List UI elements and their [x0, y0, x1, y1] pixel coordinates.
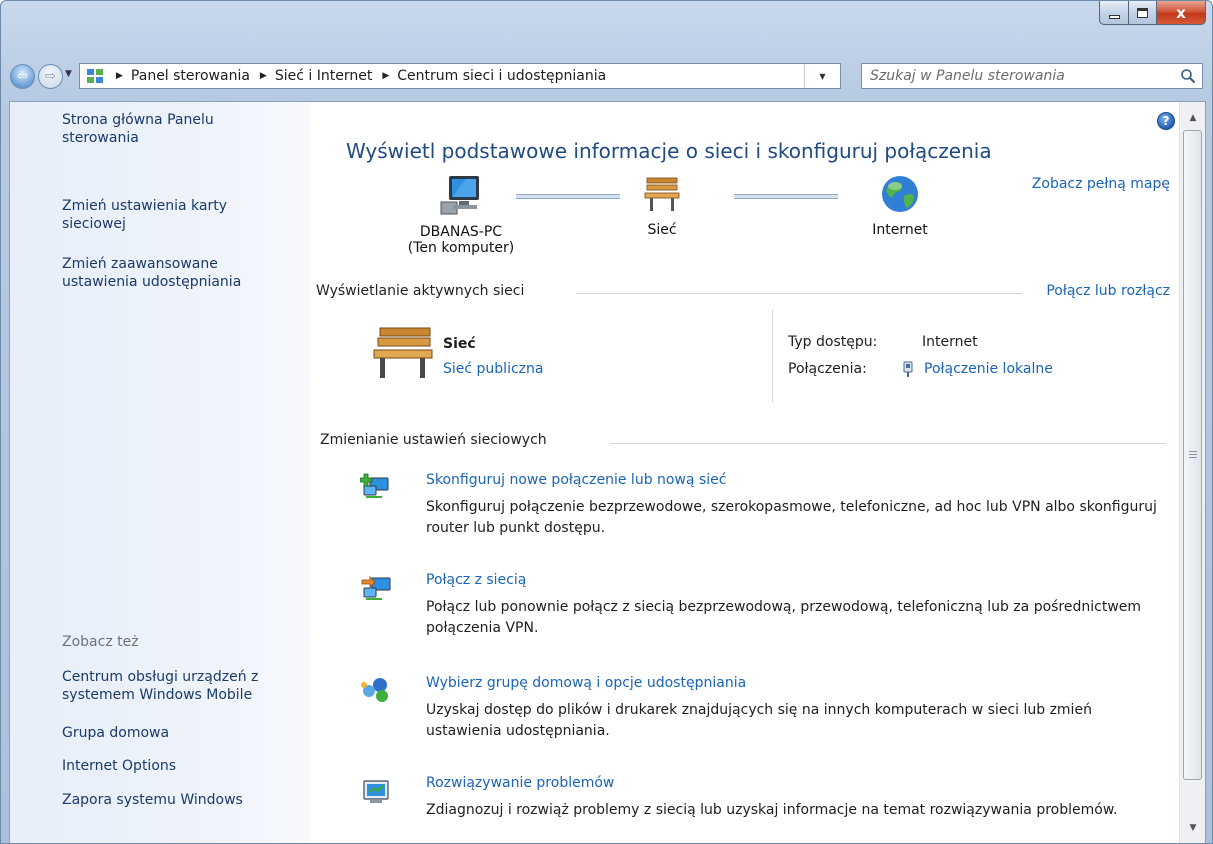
- map-node-internet[interactable]: Internet: [870, 174, 930, 238]
- connect-network-icon: [361, 576, 391, 600]
- sidebar-link-windows-firewall[interactable]: Zapora systemu Windows: [62, 791, 243, 809]
- back-button[interactable]: ⇦: [10, 64, 35, 89]
- chevron-down-icon: ▼: [65, 69, 72, 79]
- sidebar-link-control-panel-home[interactable]: Strona główna Panelu sterowania: [62, 111, 262, 147]
- close-button[interactable]: x: [1157, 1, 1206, 25]
- computer-name: DBANAS-PC: [419, 224, 503, 240]
- computer-icon: [440, 176, 479, 215]
- forward-button[interactable]: ⇨: [38, 64, 63, 89]
- sidebar-link-homegroup[interactable]: Grupa domowa: [62, 724, 169, 742]
- scrollbar-grip-icon: [1189, 451, 1197, 459]
- map-node-network[interactable]: Sieć: [632, 174, 692, 238]
- breadcrumb-separator-icon[interactable]: ▶: [260, 71, 267, 81]
- connect-to-network-description: Połącz lub ponownie połącz z siecią bezp…: [426, 599, 1142, 636]
- minimize-button[interactable]: [1099, 1, 1129, 25]
- breadcrumb-root: ▶: [106, 71, 131, 81]
- homegroup-icon: [361, 678, 388, 702]
- title-bar: x: [1, 1, 1212, 53]
- caption-buttons: x: [1099, 1, 1206, 25]
- map-node-computer[interactable]: DBANAS-PC (Ten komputer): [396, 174, 526, 256]
- active-network-name: Sieć: [443, 336, 476, 352]
- content-area: Strona główna Panelu sterowania Zmień us…: [9, 101, 1206, 843]
- access-type-value: Internet: [922, 334, 978, 350]
- connect-to-network-link[interactable]: Połącz z siecią: [426, 572, 526, 588]
- maximize-icon: [1137, 7, 1148, 18]
- internet-name: Internet: [872, 222, 928, 238]
- local-connection-link[interactable]: Połączenie lokalne: [902, 361, 1053, 377]
- see-full-map-link[interactable]: Zobacz pełną mapę: [1032, 176, 1170, 192]
- setup-new-connection-description: Skonfiguruj połączenie bezprzewodowe, sz…: [426, 499, 1157, 536]
- breadcrumb-separator-icon[interactable]: ▶: [382, 71, 389, 81]
- see-also-header: Zobacz też: [62, 634, 139, 650]
- main-pane: Wyświetl podstawowe informacje o sieci i…: [310, 102, 1180, 843]
- sidebar-link-advanced-sharing[interactable]: Zmień zaawansowane ustawienia udostępnia…: [62, 255, 282, 291]
- minimize-icon: [1108, 14, 1120, 19]
- ethernet-icon: [903, 361, 913, 377]
- chevron-down-icon: ▼: [819, 71, 826, 81]
- section-divider: [610, 443, 1166, 444]
- breadcrumb-separator-icon[interactable]: ▶: [116, 71, 123, 81]
- setup-new-connection-link[interactable]: Skonfiguruj nowe połączenie lub nową sie…: [426, 472, 726, 488]
- network-type-link[interactable]: Sieć publiczna: [443, 361, 543, 377]
- back-arrow-icon: ⇦: [17, 69, 28, 84]
- change-settings-header: Zmienianie ustawień sieciowych: [320, 432, 547, 448]
- map-connector-line: [516, 194, 620, 199]
- address-dropdown-button[interactable]: ▼: [804, 64, 840, 88]
- close-icon: x: [1176, 3, 1186, 22]
- sidebar-link-windows-mobile[interactable]: Centrum obsługi urządzeń z systemem Wind…: [62, 668, 282, 704]
- address-bar[interactable]: ▶ Panel sterowania ▶ Sieć i Internet ▶ C…: [79, 63, 841, 89]
- bench-icon: [644, 177, 680, 211]
- search-input[interactable]: [870, 65, 1180, 87]
- search-icon[interactable]: [1180, 68, 1196, 84]
- homegroup-sharing-description: Uzyskaj dostęp do plików i drukarek znaj…: [426, 702, 1092, 739]
- troubleshoot-icon: [363, 780, 389, 803]
- connect-disconnect-link[interactable]: Połącz lub rozłącz: [1046, 283, 1170, 299]
- navigation-bar: ⇦ ⇨ ▼ ▶ Panel sterowania ▶ Sieć i Intern…: [1, 59, 1212, 93]
- sidebar-link-internet-options[interactable]: Internet Options: [62, 757, 176, 775]
- connections-label: Połączenia:: [788, 361, 867, 377]
- section-divider: [576, 293, 1022, 294]
- homegroup-sharing-link[interactable]: Wybierz grupę domową i opcje udostępnian…: [426, 675, 746, 691]
- vertical-divider: [772, 310, 773, 402]
- refresh-button[interactable]: [844, 63, 862, 89]
- scroll-down-button[interactable]: ▼: [1185, 820, 1201, 836]
- bench-icon: [373, 327, 433, 378]
- network-name: Sieć: [647, 222, 677, 238]
- page-title: Wyświetl podstawowe informacje o sieci i…: [346, 139, 992, 163]
- help-icon[interactable]: ?: [1157, 112, 1175, 130]
- map-connector-line: [734, 194, 838, 199]
- breadcrumb-siec-i-internet[interactable]: Sieć i Internet ▶: [275, 68, 397, 84]
- computer-subtitle: (Ten komputer): [407, 240, 515, 256]
- control-panel-icon: [84, 67, 106, 85]
- active-networks-header: Wyświetlanie aktywnych sieci: [316, 283, 525, 299]
- search-box: [861, 63, 1203, 89]
- globe-icon: [882, 176, 918, 212]
- troubleshoot-description: Zdiagnozuj i rozwiąż problemy z siecią l…: [426, 802, 1118, 818]
- scrollbar-thumb[interactable]: [1183, 130, 1202, 780]
- maximize-button[interactable]: [1129, 1, 1157, 25]
- access-type-label: Typ dostępu:: [788, 334, 878, 350]
- new-connection-icon: [360, 473, 389, 498]
- scroll-up-button[interactable]: ▲: [1185, 110, 1201, 126]
- forward-arrow-icon: ⇨: [45, 69, 56, 84]
- breadcrumb-centrum-sieci[interactable]: Centrum sieci i udostępniania: [397, 68, 606, 84]
- breadcrumb-panel-sterowania[interactable]: Panel sterowania ▶: [131, 68, 275, 84]
- vertical-scrollbar[interactable]: ▲ ▼: [1179, 102, 1205, 843]
- recent-pages-button[interactable]: ▼: [65, 69, 72, 79]
- troubleshoot-link[interactable]: Rozwiązywanie problemów: [426, 775, 614, 791]
- left-pane: Strona główna Panelu sterowania Zmień us…: [10, 102, 310, 843]
- sidebar-link-change-adapter-settings[interactable]: Zmień ustawienia karty sieciowej: [62, 197, 272, 233]
- window: x ⇦ ⇨ ▼ ▶ Panel sterowania ▶ Sieć i Inte…: [0, 0, 1213, 844]
